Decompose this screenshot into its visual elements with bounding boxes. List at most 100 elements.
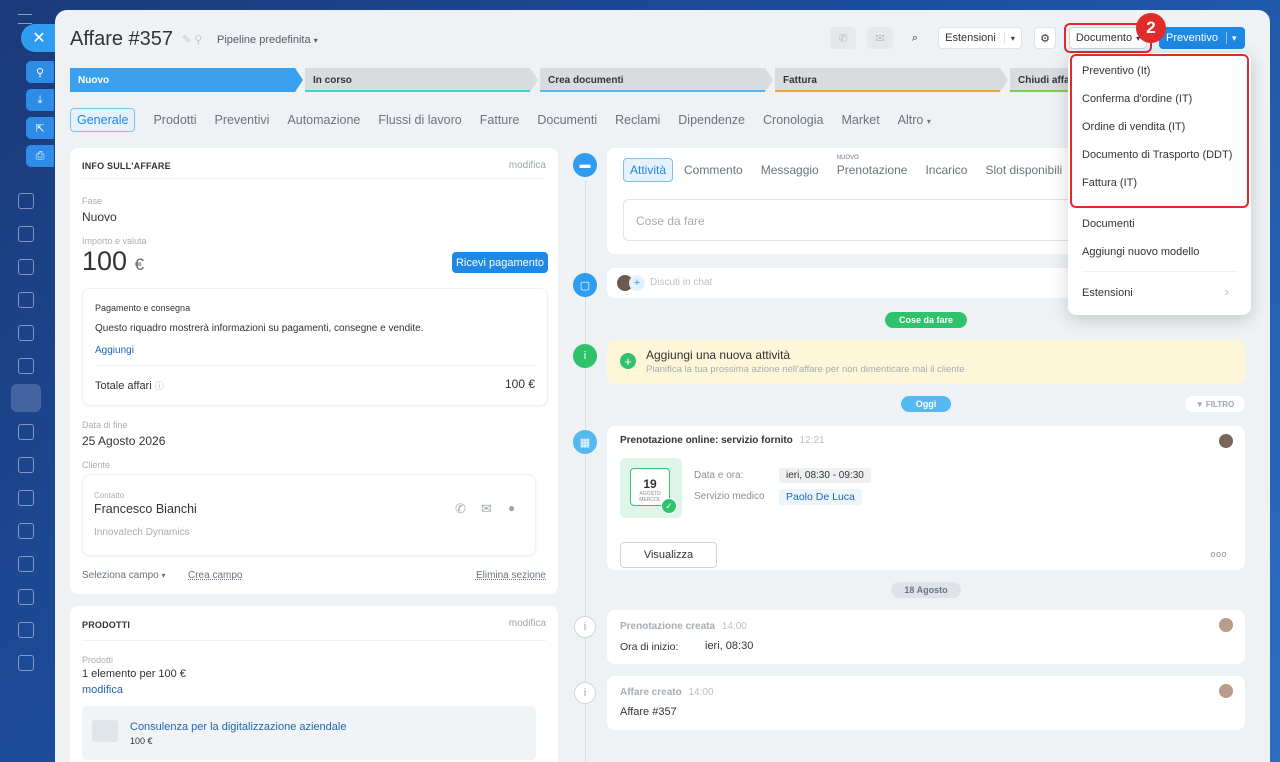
- download-icon[interactable]: ⤓: [26, 89, 54, 111]
- info-icon[interactable]: ⓘ: [155, 381, 164, 391]
- menu-icon[interactable]: [18, 14, 32, 24]
- contact-label: Contatto: [94, 491, 125, 500]
- stage-crea-documenti[interactable]: Crea documenti: [540, 68, 773, 92]
- document-dropdown-menu: Preventivo (It) Conferma d'ordine (IT) O…: [1068, 53, 1251, 315]
- chat-icon[interactable]: ●: [508, 501, 515, 515]
- print-icon[interactable]: ⎙: [26, 145, 54, 167]
- tab-dipendenze[interactable]: Dipendenze: [678, 113, 745, 127]
- link-icon[interactable]: ⚲: [26, 61, 54, 83]
- booking-title: Prenotazione online: servizio fornito 12…: [620, 435, 825, 446]
- mail-icon[interactable]: ✉: [867, 27, 893, 49]
- sidebar-icon[interactable]: [18, 589, 34, 605]
- stage-fattura[interactable]: Fattura: [775, 68, 1008, 92]
- sidebar-icon[interactable]: [18, 655, 34, 671]
- tab-commento[interactable]: Commento: [684, 163, 743, 177]
- tab-messaggio[interactable]: Messaggio: [761, 163, 819, 177]
- tab-altro[interactable]: Altro ▾: [898, 113, 931, 127]
- menu-item-estensioni[interactable]: Estensioni: [1082, 287, 1133, 299]
- tab-documenti[interactable]: Documenti: [537, 113, 597, 127]
- tab-generale[interactable]: Generale: [70, 108, 136, 132]
- edit-products-link[interactable]: modifica: [82, 684, 123, 696]
- tab-preventivi[interactable]: Preventivi: [215, 113, 270, 127]
- booking-service-value[interactable]: Paolo De Luca: [779, 489, 862, 505]
- quote-button[interactable]: Preventivo ▾: [1159, 27, 1245, 49]
- filter-button[interactable]: ▼ FILTRO: [1185, 396, 1245, 412]
- delete-section-link[interactable]: Elimina sezione: [476, 570, 546, 581]
- sidebar-icon[interactable]: [18, 358, 34, 374]
- mail-icon[interactable]: ✉: [481, 501, 492, 517]
- edit-section-link[interactable]: modifica: [509, 160, 546, 171]
- contact-name[interactable]: Francesco Bianchi: [94, 502, 197, 516]
- sidebar-icon[interactable]: [18, 457, 34, 473]
- products-card: PRODOTTI modifica Prodotti 1 elemento pe…: [70, 606, 558, 762]
- stage-field-label: Fase: [82, 196, 103, 206]
- tab-automazione[interactable]: Automazione: [287, 113, 360, 127]
- amount-field-label: Importo e valuta: [82, 236, 147, 246]
- chevron-down-icon[interactable]: ▾: [1227, 33, 1237, 44]
- create-field-link[interactable]: Crea campo: [188, 570, 242, 581]
- sidebar-icon[interactable]: [18, 523, 34, 539]
- chart-icon[interactable]: [18, 622, 34, 638]
- new-badge: NUOVO: [836, 155, 859, 161]
- total-deals-value: 100 €: [504, 377, 535, 391]
- product-item[interactable]: Consulenza per la digitalizzazione azien…: [82, 706, 536, 760]
- plus-icon: +: [620, 353, 636, 369]
- quote-label: Preventivo: [1159, 32, 1227, 44]
- calendar-icon: ▦: [573, 430, 597, 454]
- tab-prodotti[interactable]: Prodotti: [153, 113, 196, 127]
- sidebar-icon[interactable]: [18, 325, 34, 341]
- deal-created-title-text: Affare creato: [620, 687, 682, 698]
- receive-payment-button[interactable]: Ricevi pagamento: [452, 252, 548, 273]
- booking-service-label: Servizio medico: [694, 491, 765, 502]
- view-button[interactable]: Visualizza: [620, 542, 717, 568]
- add-activity-banner[interactable]: + Aggiungi una nuova attività Pianifica …: [607, 340, 1245, 384]
- avatar: [1219, 434, 1233, 448]
- tab-cronologia[interactable]: Cronologia: [763, 113, 823, 127]
- tab-market[interactable]: Market: [841, 113, 879, 127]
- sidebar-icon[interactable]: [18, 193, 34, 209]
- add-participant-icon[interactable]: +: [629, 275, 645, 291]
- stage-field-value: Nuovo: [82, 210, 117, 224]
- extensions-button[interactable]: Estensioni ▾: [938, 27, 1022, 49]
- sidebar-icon[interactable]: [18, 259, 34, 275]
- amount-value: 100 €: [82, 246, 144, 277]
- settings-gear-icon[interactable]: ⚙: [1034, 27, 1056, 49]
- deal-created-entry: Affare creato 14:00 Affare #357: [607, 676, 1245, 730]
- add-activity-subtitle: Pianifica la tua prossima azione nell'af…: [646, 364, 965, 375]
- select-field-dropdown[interactable]: Seleziona campo ▾: [82, 570, 166, 581]
- edit-section-link[interactable]: modifica: [509, 618, 546, 629]
- chat-search-icon[interactable]: ⌕: [904, 27, 926, 49]
- total-deals-label: Totale affari ⓘ: [95, 379, 164, 392]
- sidebar-icon[interactable]: [18, 292, 34, 308]
- crm-icon[interactable]: [11, 384, 41, 412]
- product-name[interactable]: Consulenza per la digitalizzazione azien…: [130, 721, 346, 733]
- cart-icon[interactable]: [18, 424, 34, 440]
- start-time-label: Ora di inizio:: [620, 641, 679, 653]
- call-icon[interactable]: ✆: [455, 501, 466, 517]
- add-payment-link[interactable]: Aggiungi: [95, 345, 134, 356]
- menu-item-add-template[interactable]: Aggiungi nuovo modello: [1082, 246, 1199, 258]
- sidebar-icon[interactable]: [18, 490, 34, 506]
- tab-reclami[interactable]: Reclami: [615, 113, 660, 127]
- more-icon[interactable]: ooo: [1210, 549, 1227, 559]
- step-badge: 2: [1136, 13, 1166, 43]
- pipeline-selector[interactable]: Pipeline predefinita ▾: [217, 34, 318, 46]
- stage-in-corso[interactable]: In corso: [305, 68, 538, 92]
- tab-fatture[interactable]: Fatture: [480, 113, 520, 127]
- tab-prenotazione[interactable]: NUOVO Prenotazione: [837, 155, 908, 177]
- tab-altro-label: Altro: [897, 113, 924, 127]
- sidebar-icon[interactable]: [18, 556, 34, 572]
- close-slider-button[interactable]: ✕: [21, 24, 57, 52]
- edit-title-icon[interactable]: ✎ ⚲: [182, 33, 202, 46]
- stage-nuovo[interactable]: Nuovo: [70, 68, 303, 92]
- payment-title: Pagamento e consegna: [95, 303, 191, 313]
- phone-icon[interactable]: ✆: [830, 27, 856, 49]
- tab-slot-disponibili[interactable]: Slot disponibili: [985, 163, 1062, 177]
- filter-icon: ▼: [1195, 399, 1206, 409]
- open-icon[interactable]: ⇱: [26, 117, 54, 139]
- menu-item-documenti[interactable]: Documenti: [1082, 218, 1135, 230]
- sidebar-icon[interactable]: [18, 226, 34, 242]
- tab-incarico[interactable]: Incarico: [925, 163, 967, 177]
- tab-flussi-di-lavoro[interactable]: Flussi di lavoro: [378, 113, 461, 127]
- tab-attivita[interactable]: Attività: [623, 158, 674, 182]
